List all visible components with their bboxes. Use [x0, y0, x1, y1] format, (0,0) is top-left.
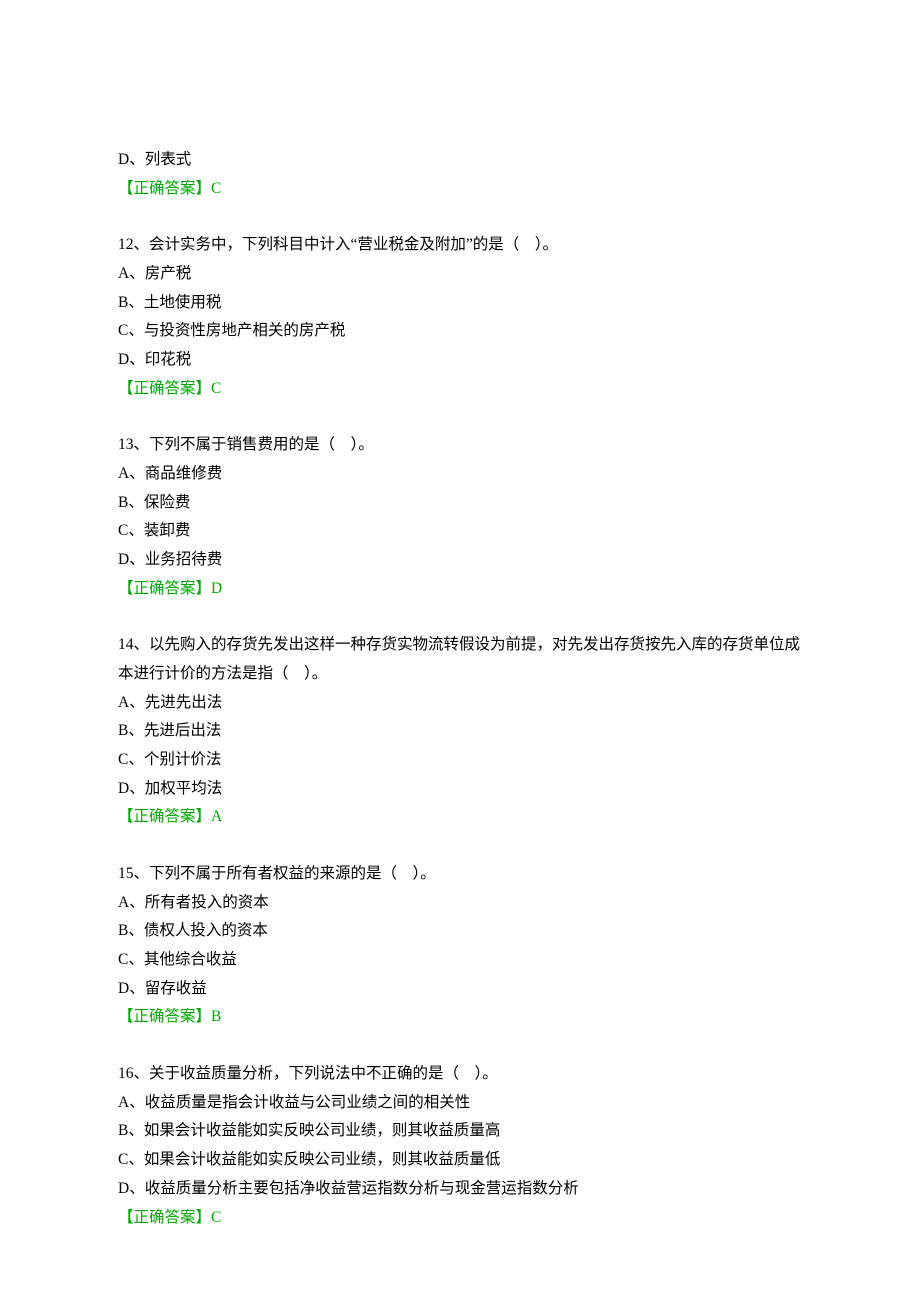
- option-a: A、房产税: [118, 260, 802, 289]
- option-d: D、业务招待费: [118, 546, 802, 575]
- option-d: D、留存收益: [118, 975, 802, 1004]
- option-c: C、装卸费: [118, 517, 802, 546]
- option-d: D、列表式: [118, 146, 802, 175]
- option-a: A、先进先出法: [118, 689, 802, 718]
- option-a: A、商品维修费: [118, 460, 802, 489]
- answer-value: C: [211, 380, 221, 397]
- answer-label: 【正确答案】: [118, 1008, 211, 1025]
- answer-line: 【正确答案】C: [118, 175, 802, 204]
- answer-label: 【正确答案】: [118, 380, 211, 397]
- answer-label: 【正确答案】: [118, 1209, 211, 1226]
- answer-label: 【正确答案】: [118, 180, 211, 197]
- answer-value: C: [211, 180, 221, 197]
- answer-label: 【正确答案】: [118, 580, 211, 597]
- option-d: D、加权平均法: [118, 775, 802, 804]
- option-d: D、收益质量分析主要包括净收益营运指数分析与现金营运指数分析: [118, 1175, 802, 1204]
- question-15: 15、下列不属于所有者权益的来源的是（ ）。 A、所有者投入的资本 B、债权人投…: [118, 860, 802, 1032]
- question-stem: 14、以先购入的存货先发出这样一种存货实物流转假设为前提，对先发出存货按先入库的…: [118, 631, 802, 688]
- answer-value: A: [211, 808, 222, 825]
- option-b: B、如果会计收益能如实反映公司业绩，则其收益质量高: [118, 1117, 802, 1146]
- answer-value: D: [211, 580, 222, 597]
- question-16: 16、关于收益质量分析，下列说法中不正确的是（ ）。 A、收益质量是指会计收益与…: [118, 1060, 802, 1232]
- option-a: A、收益质量是指会计收益与公司业绩之间的相关性: [118, 1089, 802, 1118]
- option-a: A、所有者投入的资本: [118, 889, 802, 918]
- question-stem: 12、会计实务中，下列科目中计入“营业税金及附加”的是（ ）。: [118, 231, 802, 260]
- option-c: C、个别计价法: [118, 746, 802, 775]
- answer-value: C: [211, 1209, 221, 1226]
- answer-value: B: [211, 1008, 221, 1025]
- answer-line: 【正确答案】C: [118, 375, 802, 404]
- option-b: B、债权人投入的资本: [118, 917, 802, 946]
- answer-line: 【正确答案】C: [118, 1204, 802, 1233]
- question-14: 14、以先购入的存货先发出这样一种存货实物流转假设为前提，对先发出存货按先入库的…: [118, 631, 802, 832]
- question-11-partial: D、列表式 【正确答案】C: [118, 146, 802, 203]
- question-13: 13、下列不属于销售费用的是（ ）。 A、商品维修费 B、保险费 C、装卸费 D…: [118, 431, 802, 603]
- option-c: C、与投资性房地产相关的房产税: [118, 317, 802, 346]
- question-stem: 16、关于收益质量分析，下列说法中不正确的是（ ）。: [118, 1060, 802, 1089]
- option-b: B、先进后出法: [118, 717, 802, 746]
- question-stem: 15、下列不属于所有者权益的来源的是（ ）。: [118, 860, 802, 889]
- answer-line: 【正确答案】D: [118, 575, 802, 604]
- question-stem: 13、下列不属于销售费用的是（ ）。: [118, 431, 802, 460]
- option-b: B、保险费: [118, 489, 802, 518]
- option-d: D、印花税: [118, 346, 802, 375]
- answer-line: 【正确答案】A: [118, 803, 802, 832]
- question-12: 12、会计实务中，下列科目中计入“营业税金及附加”的是（ ）。 A、房产税 B、…: [118, 231, 802, 403]
- option-b: B、土地使用税: [118, 289, 802, 318]
- option-c: C、其他综合收益: [118, 946, 802, 975]
- answer-line: 【正确答案】B: [118, 1003, 802, 1032]
- option-c: C、如果会计收益能如实反映公司业绩，则其收益质量低: [118, 1146, 802, 1175]
- answer-label: 【正确答案】: [118, 808, 211, 825]
